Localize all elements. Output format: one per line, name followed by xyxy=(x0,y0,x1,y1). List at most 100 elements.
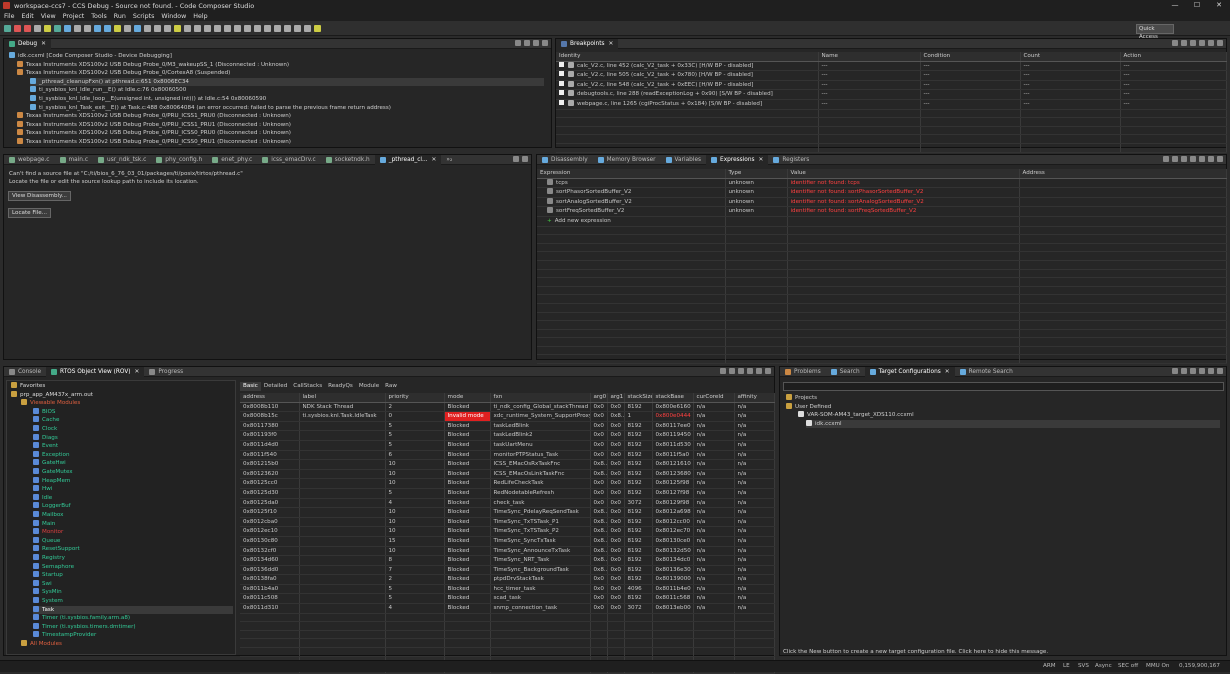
editor-tab[interactable]: phy_config.h xyxy=(151,155,207,165)
maximize-icon[interactable] xyxy=(1217,156,1223,162)
rov-view-tab[interactable]: Raw xyxy=(382,382,400,391)
breakpoint-row[interactable]: debugtools.c, line 288 (readExceptionLog… xyxy=(556,89,1227,100)
task-row[interactable]: 0x80125d30 5 Blocked RedNodetableRefresh 0x0… xyxy=(240,488,775,499)
rov-col-arg1[interactable]: arg1 xyxy=(607,393,625,403)
toolbar-icon-6[interactable] xyxy=(64,24,71,32)
refresh-icon[interactable] xyxy=(729,368,735,374)
editor-tab[interactable]: usr_ndk_tsk.c xyxy=(93,155,151,165)
add-expression-cell[interactable]: + Add new expression xyxy=(537,216,726,227)
maximize-icon[interactable] xyxy=(1217,40,1223,46)
toolbar-icon-22[interactable] xyxy=(224,24,231,32)
toolbar-icon-19[interactable] xyxy=(194,24,201,32)
maximize-icon[interactable] xyxy=(522,156,528,162)
task-row[interactable]: 0x8008b110 NDK Stack Thread 2 Blocked ti_ndk… xyxy=(240,402,775,413)
new-icon[interactable] xyxy=(1163,156,1169,162)
add-expression-row[interactable]: + Add new expression xyxy=(537,216,1227,227)
toolbar-icon-23[interactable] xyxy=(234,24,241,32)
toolbar-icon-13[interactable] xyxy=(134,24,141,32)
breakpoint-checkbox[interactable] xyxy=(559,80,564,86)
task-row[interactable]: 0x8012ec10 10 Blocked TimeSync_TxTSTask_P2 0… xyxy=(240,526,775,537)
close-icon[interactable]: ✕ xyxy=(759,155,764,165)
rov-tree-item[interactable]: Hwi xyxy=(33,485,233,494)
menu-view[interactable]: View xyxy=(41,13,56,20)
maximize-icon[interactable] xyxy=(765,368,771,374)
rov-tree-item[interactable]: prp_app_AM437x_arm.out xyxy=(11,390,233,400)
view-menu-icon[interactable] xyxy=(524,40,530,46)
rov-tree-item[interactable]: Exception xyxy=(33,450,233,460)
remove-all-icon[interactable] xyxy=(1181,40,1187,46)
link-icon[interactable] xyxy=(1190,40,1196,46)
tab-breakpoints[interactable]: Breakpoints ✕ xyxy=(556,38,619,49)
menu-edit[interactable]: Edit xyxy=(22,13,34,20)
settings-icon[interactable] xyxy=(738,368,744,374)
rov-tree-item[interactable]: Queue xyxy=(33,536,233,546)
close-icon[interactable]: ✕ xyxy=(432,155,437,165)
toolbar-icon-12[interactable] xyxy=(124,24,131,32)
link-icon[interactable] xyxy=(1199,368,1205,374)
remove-icon[interactable] xyxy=(1181,156,1187,162)
breakpoint-row[interactable]: webpage.c, line 1265 (cgiProcStatus + 0x… xyxy=(556,99,1227,110)
debug-item[interactable]: Texas Instruments XDS100v2 USB Debug Pro… xyxy=(17,138,544,147)
close-icon[interactable]: ✕ xyxy=(41,39,46,49)
task-row[interactable]: 0x80130c80 15 Blocked TimeSync_SyncTxTask 0x… xyxy=(240,536,775,547)
rov-view-tab[interactable]: CallStacks xyxy=(290,382,325,391)
breakpoint-checkbox[interactable] xyxy=(559,90,564,96)
rov-tree-item[interactable]: TimestampProvider xyxy=(33,631,233,640)
rov-tree-item[interactable]: Diags xyxy=(33,433,233,443)
target-tree-item[interactable]: idk.ccxml xyxy=(806,419,1220,429)
rov-tree-item[interactable]: Cache xyxy=(33,416,233,425)
rov-tree-item[interactable]: Task xyxy=(33,605,233,615)
task-row[interactable]: 0x801215b0 10 Blocked ICSS_EMacOsRxTaskFnc 0… xyxy=(240,459,775,470)
rov-tree-item[interactable]: Clock xyxy=(33,425,233,434)
toolbar-icon-21[interactable] xyxy=(214,24,221,32)
rov-tree-item[interactable]: Favorites xyxy=(11,382,233,391)
toolbar-icon-28[interactable] xyxy=(284,24,291,32)
task-row[interactable]: 0x80138fa0 2 Blocked ptpdDrvStackTask 0x0 0x0… xyxy=(240,574,775,585)
menu-file[interactable]: File xyxy=(4,13,15,20)
rov-tree-item[interactable]: ResetSupport xyxy=(33,545,233,554)
debug-item[interactable]: idk.ccxml [Code Composer Studio - Device… xyxy=(9,52,544,61)
filter-input[interactable] xyxy=(783,382,1224,391)
rov-col-mode[interactable]: mode xyxy=(444,393,491,403)
view-disassembly-button[interactable]: View Disassembly... xyxy=(8,191,71,201)
menu-window[interactable]: Window xyxy=(161,13,186,20)
rov-view-tab[interactable]: Basic xyxy=(240,382,261,391)
rov-tab[interactable]: RTOS Object View (ROV) ✕ xyxy=(46,366,145,377)
rov-tree-item[interactable]: Registry xyxy=(33,554,233,563)
rov-tab[interactable]: Console xyxy=(4,367,46,377)
toolbar-icon-11[interactable] xyxy=(114,24,121,32)
rov-tree-item[interactable]: GateMutex xyxy=(33,468,233,477)
task-row[interactable]: 0x8011d4d0 5 Blocked taskUartMenu 0x0 0x0 8192… xyxy=(240,440,775,451)
refresh-icon[interactable] xyxy=(1190,368,1196,374)
view-menu-icon[interactable] xyxy=(747,368,753,374)
close-button[interactable]: ✕ xyxy=(1208,0,1230,11)
breakpoint-row[interactable]: calc_V2.c, line 548 (calc_V2_task + 0xEE… xyxy=(556,80,1227,91)
rov-tree-item[interactable]: Timer (ti.sysbios.timers.dmtimer) xyxy=(33,622,233,632)
close-icon[interactable]: ✕ xyxy=(945,367,950,377)
toolbar-icon-25[interactable] xyxy=(254,24,261,32)
menu-tools[interactable]: Tools xyxy=(91,13,107,20)
col-identity[interactable]: Identity xyxy=(556,52,819,62)
task-row[interactable]: 0x80125cc0 10 Blocked RedLifeCheckTask 0x0 0x… xyxy=(240,478,775,489)
debug-item[interactable]: Texas Instruments XDS100v2 USB Debug Pro… xyxy=(17,120,544,130)
debug-item[interactable]: ti_sysbios_knl_Idle_loop__E(unsigned int… xyxy=(30,95,544,104)
toolbar-icon-9[interactable] xyxy=(94,24,101,32)
rov-tree-item[interactable]: Monitor xyxy=(33,528,233,537)
rov-tree-item[interactable]: SysMin xyxy=(33,588,233,597)
rov-tree-item[interactable]: LoggerBuf xyxy=(33,502,233,511)
toolbar-icon-24[interactable] xyxy=(244,24,251,32)
task-row[interactable]: 0x80134d60 8BlockedTimeSync_NRT_Task0x8..… xyxy=(240,555,775,566)
col-type[interactable]: Type xyxy=(725,169,788,179)
toolbar-icon-17[interactable] xyxy=(174,24,181,32)
target-tree-item[interactable]: Projects xyxy=(786,394,1220,403)
col-address[interactable]: Address xyxy=(1019,169,1227,179)
task-row[interactable]: 0x8011b4a0 5 Blocked hcc_timer_task 0x0 0x0 40… xyxy=(240,584,775,595)
menu-scripts[interactable]: Scripts xyxy=(133,13,155,20)
rov-tree-item[interactable]: Viewable Modules xyxy=(21,399,233,408)
task-row[interactable]: 0x8011c508 5 Blocked scad_task 0x0 0x0 8192 0x8… xyxy=(240,593,775,605)
expressions-tab[interactable]: Memory Browser xyxy=(593,155,661,165)
toolbar-icon-2[interactable] xyxy=(24,24,31,32)
expression-row[interactable]: tcps unknown identifier not found: tcps xyxy=(537,178,1227,189)
task-row[interactable]: 0x8008b15c ti.sysbios.knl.Task.IdleTask 0 I… xyxy=(240,411,775,422)
editor-tab[interactable]: icss_emacDrv.c xyxy=(257,155,321,165)
